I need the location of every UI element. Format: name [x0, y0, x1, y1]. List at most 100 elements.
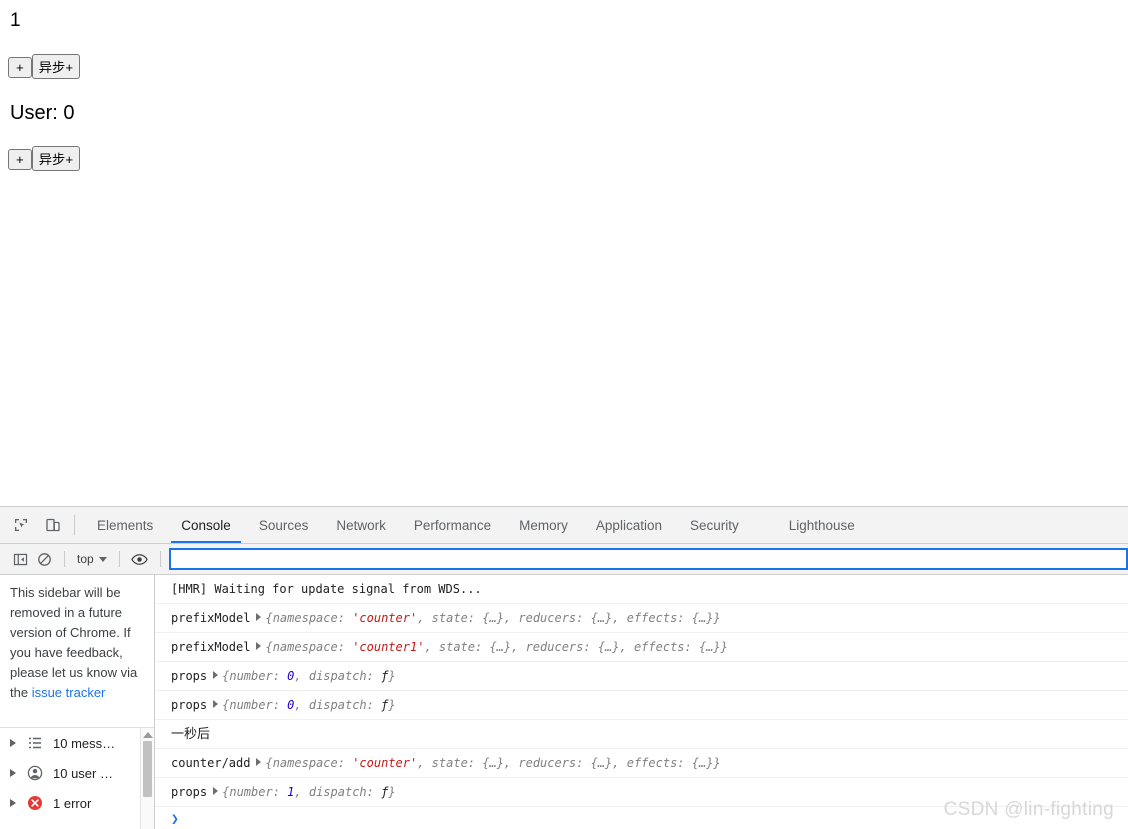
- user-icon: [26, 764, 44, 782]
- console-message[interactable]: prefixModel {namespace: 'counter1', state…: [155, 633, 1128, 662]
- console-message[interactable]: props {number: 0, dispatch: ƒ}: [155, 662, 1128, 691]
- toolbar-divider: [64, 551, 65, 567]
- disclosure-triangle-icon[interactable]: [213, 787, 219, 795]
- clear-console-icon[interactable]: [32, 547, 56, 571]
- list-glyph: [29, 737, 41, 749]
- chevron-right-icon: [10, 739, 16, 747]
- list-icon: [26, 734, 44, 752]
- console-sidebar-toggle-icon[interactable]: [8, 547, 32, 571]
- counter-button-row: + 异步+: [8, 54, 1120, 79]
- console-sidebar: This sidebar will be removed in a future…: [0, 575, 155, 829]
- message-object: {namespace: 'counter', state: {…}, reduc…: [265, 611, 720, 625]
- disclosure-triangle-icon[interactable]: [256, 642, 262, 650]
- devtools-panel: Elements Console Sources Network Perform…: [0, 506, 1128, 829]
- eye-glyph: [131, 553, 148, 565]
- console-context-selector[interactable]: top: [73, 550, 111, 568]
- tab-elements[interactable]: Elements: [83, 507, 167, 543]
- disclosure-triangle-icon[interactable]: [213, 700, 219, 708]
- chevron-down-icon: [98, 557, 107, 562]
- object-part: }: [388, 698, 396, 712]
- sidebar-notice-text: This sidebar will be removed in a future…: [10, 585, 138, 700]
- inspect-element-icon[interactable]: [8, 512, 34, 538]
- object-part: , state: {…}, reducers: {…}, effects: {……: [424, 640, 728, 654]
- message-label: prefixModel: [171, 611, 251, 625]
- async-increment-button-1[interactable]: 异步+: [31, 54, 81, 79]
- async-increment-button-2[interactable]: 异步+: [31, 146, 81, 171]
- console-message[interactable]: props {number: 1, dispatch: ƒ}: [155, 778, 1128, 807]
- object-part: {namespace:: [265, 640, 353, 654]
- sidebar-item-messages[interactable]: 10 mess…: [0, 728, 154, 758]
- devtools-tool-icons: [0, 507, 72, 543]
- counter-value: 1: [10, 10, 21, 31]
- error-icon: [26, 794, 44, 812]
- console-prompt[interactable]: ❯: [155, 807, 1128, 829]
- console-message[interactable]: props {number: 0, dispatch: ƒ}: [155, 691, 1128, 720]
- inspect-element-glyph: [15, 519, 27, 531]
- increment-button-2[interactable]: +: [8, 149, 32, 170]
- sidebar-tree: 10 mess… 10 user … 1 error: [0, 727, 154, 829]
- console-message[interactable]: counter/add {namespace: 'counter', state:…: [155, 749, 1128, 778]
- object-string: 'counter': [352, 611, 418, 625]
- app-root: 1 + 异步+ User: 0 + 异步+: [0, 0, 1128, 171]
- console-message[interactable]: [HMR] Waiting for update signal from WDS…: [155, 575, 1128, 604]
- console-message[interactable]: 一秒后: [155, 720, 1128, 749]
- live-expression-eye-icon[interactable]: [128, 547, 152, 571]
- device-toolbar-icon[interactable]: [40, 512, 66, 538]
- sidebar-item-errors[interactable]: 1 error: [0, 788, 154, 818]
- message-text: 一秒后: [171, 726, 211, 741]
- object-part: , state: {…}, reducers: {…}, effects: {……: [417, 756, 721, 770]
- message-label: props: [171, 785, 208, 799]
- console-context-label: top: [77, 552, 94, 566]
- page-viewport: 1 + 异步+ User: 0 + 异步+: [0, 0, 1128, 506]
- sidebar-scrollbar[interactable]: [140, 728, 154, 829]
- disclosure-triangle-icon[interactable]: [213, 671, 219, 679]
- prompt-chevron-icon: ❯: [171, 812, 179, 827]
- sidebar-item-user-messages[interactable]: 10 user …: [0, 758, 154, 788]
- message-label: props: [171, 669, 208, 683]
- scroll-up-arrow-icon[interactable]: [142, 732, 153, 738]
- object-string: 'counter1': [352, 640, 425, 654]
- message-object: {number: 0, dispatch: ƒ}: [222, 698, 395, 712]
- disclosure-triangle-icon[interactable]: [256, 613, 262, 621]
- user-glyph: [27, 765, 43, 781]
- tab-console[interactable]: Console: [167, 507, 245, 543]
- user-button-row: + 异步+: [8, 146, 1120, 171]
- sidebar-toggle-glyph: [13, 553, 27, 565]
- tab-security[interactable]: Security: [676, 507, 753, 543]
- devtools-tabbar: Elements Console Sources Network Perform…: [0, 507, 1128, 544]
- tab-network[interactable]: Network: [322, 507, 400, 543]
- error-glyph: [28, 796, 42, 810]
- message-label: props: [171, 698, 208, 712]
- chevron-right-icon: [10, 799, 16, 807]
- user-label: User: 0: [10, 102, 75, 124]
- message-label: counter/add: [171, 756, 251, 770]
- object-part: {number:: [222, 785, 288, 799]
- object-part: , dispatch:: [294, 698, 382, 712]
- tab-performance[interactable]: Performance: [400, 507, 505, 543]
- console-body: This sidebar will be removed in a future…: [0, 575, 1128, 829]
- tab-memory[interactable]: Memory: [505, 507, 582, 543]
- object-part: {number:: [222, 669, 288, 683]
- tab-sources[interactable]: Sources: [245, 507, 323, 543]
- tab-lighthouse[interactable]: Lighthouse: [775, 507, 869, 543]
- issue-tracker-link[interactable]: issue tracker: [32, 685, 106, 700]
- message-object: {namespace: 'counter1', state: {…}, redu…: [265, 640, 727, 654]
- chevron-right-icon: [10, 769, 16, 777]
- message-object: {namespace: 'counter', state: {…}, reduc…: [265, 756, 720, 770]
- sidebar-item-label: 10 user …: [53, 765, 113, 781]
- console-message[interactable]: prefixModel {namespace: 'counter', state:…: [155, 604, 1128, 633]
- console-toolbar: top: [0, 544, 1128, 575]
- message-object: {number: 1, dispatch: ƒ}: [222, 785, 395, 799]
- sidebar-item-label: 10 mess…: [53, 735, 116, 751]
- increment-button-1[interactable]: +: [8, 57, 32, 78]
- device-toolbar-glyph: [46, 518, 60, 532]
- console-filter-input[interactable]: [168, 548, 1128, 570]
- tab-application[interactable]: Application: [582, 507, 676, 543]
- object-part: {namespace:: [265, 756, 353, 770]
- disclosure-triangle-icon[interactable]: [256, 758, 262, 766]
- sidebar-item-label: 1 error: [53, 795, 92, 811]
- object-part: }: [388, 669, 396, 683]
- scrollbar-thumb[interactable]: [143, 741, 152, 797]
